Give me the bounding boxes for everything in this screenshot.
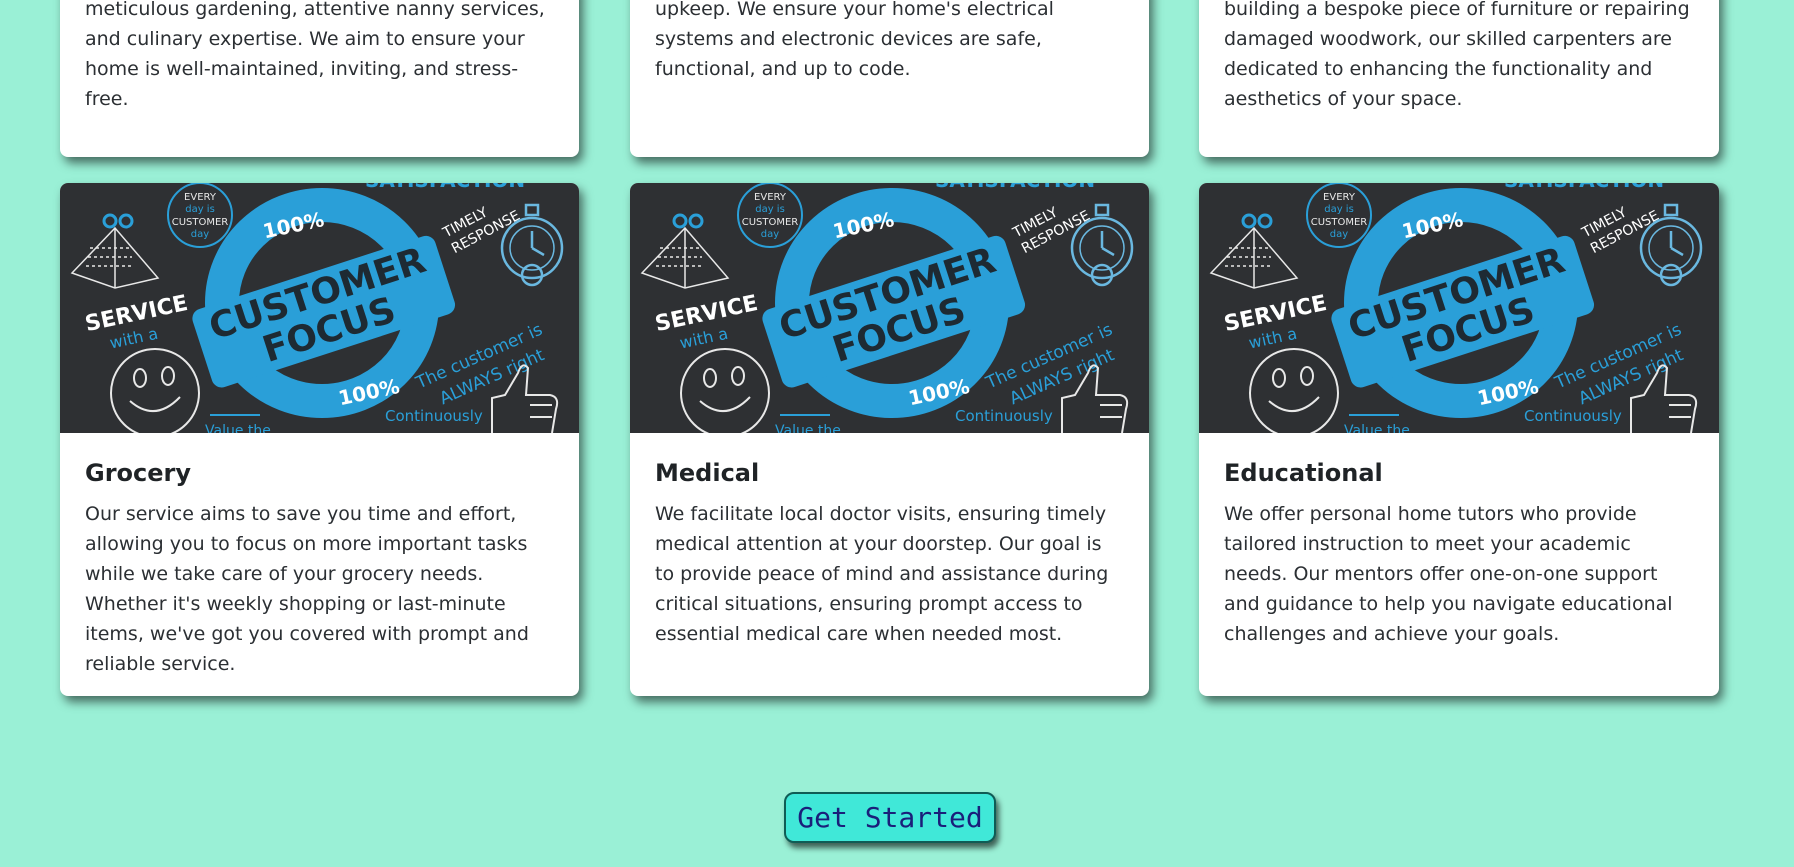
svg-text:EVERY: EVERY (1323, 192, 1356, 203)
card-description: building a bespoke piece of furniture or… (1224, 0, 1690, 110)
svg-text:EVERY: EVERY (184, 192, 217, 203)
card-description: We offer personal home tutors who provid… (1224, 503, 1673, 645)
svg-text:day is: day is (185, 204, 215, 215)
service-card-top-2: upkeep. We ensure your home's electrical… (630, 0, 1149, 157)
svg-text:day: day (761, 229, 779, 240)
service-card-top-1: meticulous gardening, attentive nanny se… (60, 0, 579, 157)
get-started-button[interactable]: Get Started (784, 792, 996, 843)
svg-text:EVERY: EVERY (754, 192, 787, 203)
customer-focus-image: SATISFACTION EVERY day is CUSTOMER day C… (60, 183, 579, 433)
continuously-text: Continuously (1524, 407, 1622, 425)
continuously-text: Continuously (385, 407, 483, 425)
svg-text:day is: day is (1324, 204, 1354, 215)
card-description: upkeep. We ensure your home's electrical… (655, 0, 1054, 80)
svg-text:day: day (191, 229, 209, 240)
service-card-top-3: building a bespoke piece of furniture or… (1199, 0, 1719, 157)
customer-focus-illustration: SATISFACTION EVERY day is CUSTOMER day C… (60, 183, 579, 433)
satisfaction-text: SATISFACTION (935, 183, 1095, 192)
customer-focus-illustration: SATISFACTION EVERY day is CUSTOMER day C… (630, 183, 1149, 433)
card-description: Our service aims to save you time and ef… (85, 503, 529, 675)
card-description: meticulous gardening, attentive nanny se… (85, 0, 545, 110)
card-title: Educational (1224, 459, 1383, 487)
service-card-educational: SATISFACTION EVERY day is CUSTOMER day C… (1199, 183, 1719, 696)
svg-text:day: day (1330, 229, 1348, 240)
svg-text:CUSTOMER: CUSTOMER (1311, 217, 1368, 228)
card-title: Medical (655, 459, 760, 487)
customer-focus-image: SATISFACTION EVERY day is CUSTOMER day C… (1199, 183, 1719, 433)
svg-text:day is: day is (755, 204, 785, 215)
service-card-medical: SATISFACTION EVERY day is CUSTOMER day C… (630, 183, 1149, 696)
service-card-grocery: SATISFACTION EVERY day is CUSTOMER day C… (60, 183, 579, 696)
svg-text:CUSTOMER: CUSTOMER (742, 217, 799, 228)
customer-focus-illustration: SATISFACTION EVERY day is CUSTOMER day C… (1199, 183, 1719, 433)
satisfaction-text: SATISFACTION (1504, 183, 1664, 192)
satisfaction-text: SATISFACTION (365, 183, 525, 192)
value-the-text: Value the (1344, 423, 1410, 433)
value-the-text: Value the (205, 423, 271, 433)
continuously-text: Continuously (955, 407, 1053, 425)
card-description: We facilitate local doctor visits, ensur… (655, 503, 1109, 645)
value-the-text: Value the (775, 423, 841, 433)
svg-text:CUSTOMER: CUSTOMER (172, 217, 229, 228)
customer-focus-image: SATISFACTION EVERY day is CUSTOMER day C… (630, 183, 1149, 433)
card-title: Grocery (85, 459, 192, 487)
